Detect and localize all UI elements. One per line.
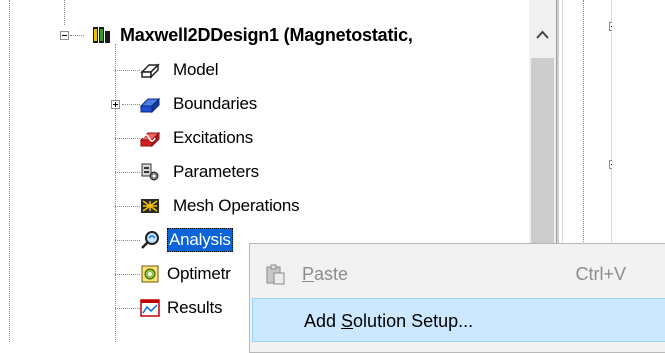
boundaries-icon <box>140 97 160 114</box>
tree-item-label: Analysis <box>167 228 233 252</box>
tree-connector-children <box>115 44 116 342</box>
tree-connector-h <box>115 172 140 173</box>
context-menu: Paste Ctrl+V Add Solution Setup... <box>249 243 665 353</box>
parameters-icon <box>141 163 159 181</box>
tree-item-label: Results <box>167 298 223 317</box>
tree-connector-h <box>115 138 140 139</box>
tree-item-label: Mesh Operations <box>173 196 300 215</box>
maxwell-design-icon <box>93 27 110 43</box>
tree-connector-root <box>70 35 84 36</box>
tree-connector-top <box>64 0 65 25</box>
tree-root-label: Maxwell2DDesign1 (Magnetostatic, <box>120 25 413 45</box>
tree-connector-h <box>115 240 140 241</box>
tree-root-item[interactable]: Maxwell2DDesign1 (Magnetostatic, <box>84 18 529 52</box>
tree-item-label: Excitations <box>173 128 254 147</box>
tree-item-label: Parameters <box>173 162 259 181</box>
tree-connector-h <box>122 104 140 105</box>
tree-connector-h <box>115 70 140 71</box>
tree-connector-h <box>115 308 140 309</box>
menu-item-label: Paste <box>302 264 349 284</box>
mesh-operations-icon <box>141 199 159 213</box>
model-icon <box>140 63 160 79</box>
menu-item-label: Add Solution Setup... <box>304 311 474 331</box>
paste-icon <box>266 264 285 285</box>
menu-item-add-solution-setup[interactable]: Add Solution Setup... <box>252 298 665 342</box>
results-icon <box>140 299 160 317</box>
root-collapse-toggle[interactable] <box>60 31 69 40</box>
tree-connector-left <box>9 0 10 342</box>
excitations-icon <box>140 131 160 148</box>
tree-connector-h <box>115 274 140 275</box>
tree-item-label: Model <box>173 60 219 79</box>
tree-item-label: Optimetr <box>167 264 231 283</box>
tree-item-label: Boundaries <box>173 94 258 113</box>
boundaries-expand-toggle[interactable] <box>111 100 120 109</box>
chevron-up-icon <box>536 30 549 39</box>
analysis-icon <box>141 231 159 249</box>
optimetrics-icon <box>141 265 159 283</box>
scroll-up-button[interactable] <box>529 0 556 58</box>
tree-connector-h <box>115 206 140 207</box>
menu-item-paste[interactable]: Paste Ctrl+V <box>252 252 665 296</box>
menu-item-shortcut: Ctrl+V <box>575 264 626 284</box>
